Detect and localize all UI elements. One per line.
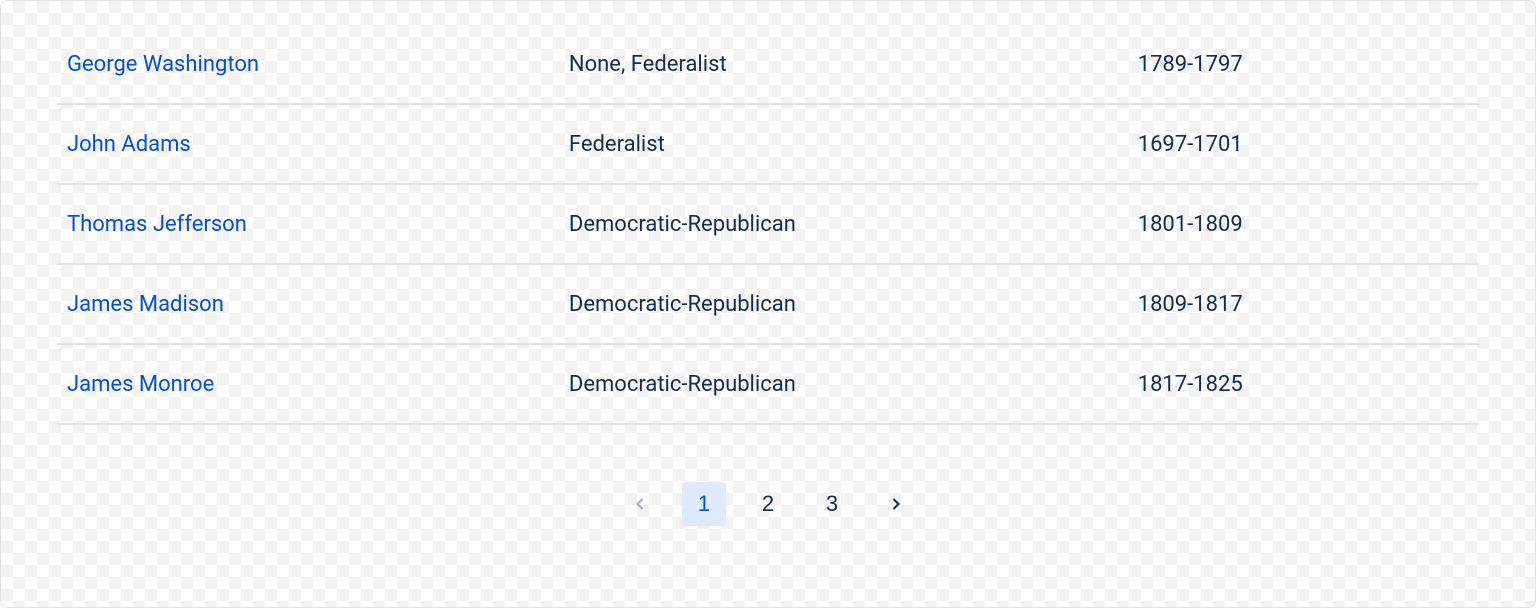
table-row: John Adams Federalist 1697-1701 <box>57 105 1479 185</box>
pagination-page-3[interactable]: 3 <box>810 482 854 526</box>
president-name-link[interactable]: James Monroe <box>67 372 214 397</box>
chevron-right-icon <box>886 494 906 514</box>
president-name-link[interactable]: George Washington <box>67 52 259 77</box>
pagination: 1 2 3 <box>1 449 1535 559</box>
president-term: 1801-1809 <box>1138 212 1479 237</box>
table-row: Thomas Jefferson Democratic-Republican 1… <box>57 185 1479 265</box>
card-container: George Washington None, Federalist 1789-… <box>0 0 1536 608</box>
presidents-table: George Washington None, Federalist 1789-… <box>1 1 1535 425</box>
chevron-left-icon <box>630 494 650 514</box>
president-term: 1809-1817 <box>1138 292 1479 317</box>
pagination-page-1[interactable]: 1 <box>682 482 726 526</box>
president-party: Democratic-Republican <box>569 292 1138 317</box>
president-name-link[interactable]: Thomas Jefferson <box>67 212 247 237</box>
president-name-link[interactable]: John Adams <box>67 132 191 157</box>
president-term: 1697-1701 <box>1138 132 1479 157</box>
president-term: 1817-1825 <box>1138 372 1479 397</box>
pagination-page-2[interactable]: 2 <box>746 482 790 526</box>
president-term: 1789-1797 <box>1138 52 1479 77</box>
president-party: Democratic-Republican <box>569 212 1138 237</box>
president-name-link[interactable]: James Madison <box>67 292 224 317</box>
table-row: James Monroe Democratic-Republican 1817-… <box>57 345 1479 425</box>
table-row: George Washington None, Federalist 1789-… <box>57 25 1479 105</box>
pagination-prev-button[interactable] <box>618 482 662 526</box>
president-party: Federalist <box>569 132 1138 157</box>
table-row: James Madison Democratic-Republican 1809… <box>57 265 1479 345</box>
pagination-next-button[interactable] <box>874 482 918 526</box>
president-party: None, Federalist <box>569 52 1138 77</box>
president-party: Democratic-Republican <box>569 372 1138 397</box>
